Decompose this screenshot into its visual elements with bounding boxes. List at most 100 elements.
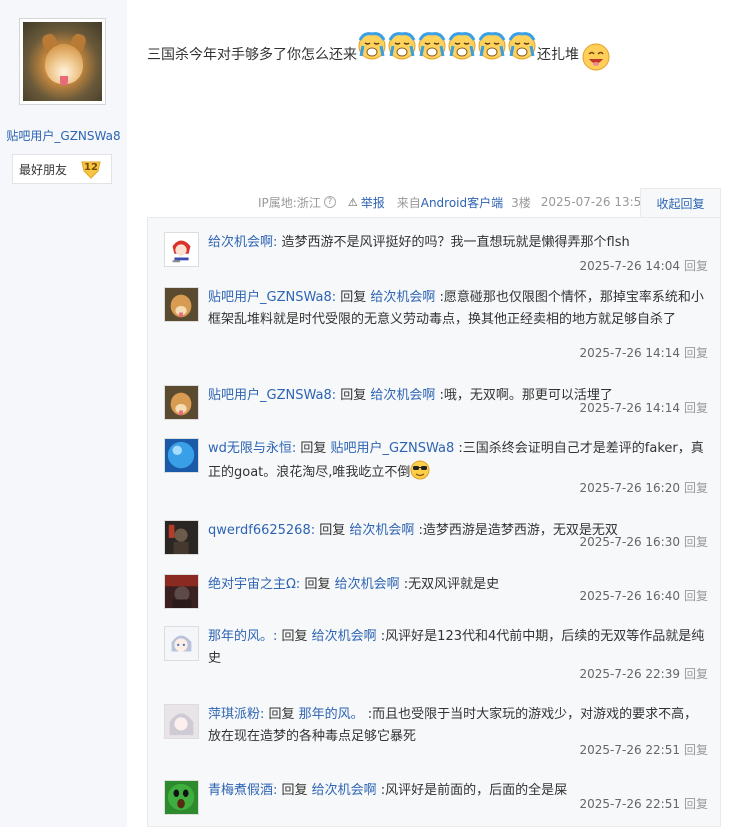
reply-time: 2025-7-26 22:51 <box>579 797 680 811</box>
reply-to-prefix: 回复 <box>277 629 312 644</box>
reply-body: 给次机会啊: 造梦西游不是风评挺好的吗？我一直想玩就是懒得弄那个flsh <box>208 232 708 254</box>
reply-to-user[interactable]: 那年的风。 <box>299 707 368 722</box>
reply-avatar[interactable] <box>164 574 199 609</box>
reply-to-user[interactable]: 给次机会啊 <box>335 577 404 592</box>
reply-avatar[interactable] <box>164 232 199 267</box>
reply-list: 给次机会啊: 造梦西游不是风评挺好的吗？我一直想玩就是懒得弄那个flsh 2025… <box>147 217 721 827</box>
reply-username[interactable]: 给次机会啊: <box>208 235 277 250</box>
reply-button[interactable]: 回复 <box>684 743 708 757</box>
post-text-part1: 三国杀今年对手够多了你怎么还来 <box>147 47 357 63</box>
reply-avatar[interactable] <box>164 520 199 555</box>
reply-avatar[interactable] <box>164 287 199 322</box>
report-label: 举报 <box>360 195 385 210</box>
reply-to-user[interactable]: 给次机会啊 <box>370 290 439 305</box>
reply-button[interactable]: 回复 <box>684 346 708 360</box>
reply-meta: 2025-7-26 14:14 回复 <box>579 399 708 416</box>
client-source: 来自Android客户端 <box>397 194 503 211</box>
reply-username[interactable]: 贴吧用户_GZNSWa8: <box>208 290 336 305</box>
reply-meta: 2025-7-26 14:04 回复 <box>579 257 708 274</box>
reply-text: :风评好是前面的，后面的全是屎 <box>380 783 568 798</box>
reply-body: wd无限与永恒: 回复 贴吧用户_GZNSWa8 :三国杀终会证明自己才是差评的… <box>208 438 708 484</box>
post-text-part2: 还扎堆 <box>537 47 579 63</box>
reply-button[interactable]: 回复 <box>684 797 708 811</box>
reply-meta: 2025-7-26 22:39 回复 <box>579 665 708 682</box>
reply-to-prefix: 回复 <box>300 577 335 592</box>
reply-time: 2025-7-26 14:14 <box>579 401 680 415</box>
friend-badge-label: 最好朋友 <box>19 162 68 177</box>
reply-username[interactable]: wd无限与永恒: <box>208 441 296 456</box>
sunglasses-emoticon-icon <box>410 460 430 480</box>
reply-time: 2025-7-26 16:40 <box>579 589 680 603</box>
reply-to-user[interactable]: 给次机会啊 <box>312 629 381 644</box>
reply-to-prefix: 回复 <box>296 441 331 456</box>
client-link[interactable]: Android客户端 <box>421 196 503 210</box>
post-datetime: 2025-07-26 13:58 <box>540 195 649 209</box>
from-prefix: 来自 <box>396 195 421 210</box>
floor-number: 3楼 <box>511 195 531 210</box>
reply-to-prefix: 回复 <box>336 290 371 305</box>
reply-to-user[interactable]: 贴吧用户_GZNSWa8 <box>331 441 459 456</box>
reply-meta: 2025-7-26 16:30 回复 <box>579 533 708 550</box>
reply-meta: 2025-7-26 14:14 回复 <box>579 344 708 361</box>
reply-username[interactable]: 那年的风。: <box>208 629 277 644</box>
collapse-replies-button[interactable]: 收起回复 <box>640 188 721 218</box>
reply-body: 那年的风。: 回复 给次机会啊 :风评好是123代和4代前中期，后续的无双等作品… <box>208 626 708 670</box>
reply-time: 2025-7-26 22:51 <box>579 743 680 757</box>
author-username[interactable]: 贴吧用户_GZNSWa8 <box>0 127 127 144</box>
reply-button[interactable]: 回复 <box>684 667 708 681</box>
reply-to-user[interactable]: 给次机会啊 <box>312 783 381 798</box>
reply-to-prefix: 回复 <box>336 388 371 403</box>
author-sidebar: 贴吧用户_GZNSWa8 最好朋友 12 <box>0 0 127 827</box>
level-badge-icon: 12 <box>80 159 102 179</box>
reply-button[interactable]: 回复 <box>684 259 708 273</box>
reply-avatar[interactable] <box>164 438 199 473</box>
ip-location: IP属地:浙江 <box>258 195 321 210</box>
laughing-emoticon-icon <box>581 42 611 72</box>
reply-time: 2025-7-26 16:20 <box>579 481 680 495</box>
reply-avatar[interactable] <box>164 385 199 420</box>
post-meta-bar: IP属地:浙江 ? ⚠ 举报 来自Android客户端 3楼 2025-07-2… <box>258 190 649 214</box>
reply-time: 2025-7-26 16:30 <box>579 535 680 549</box>
crying-emoticon-icon <box>477 30 507 60</box>
reply-username[interactable]: 绝对宇宙之主Ω: <box>208 577 300 592</box>
reply-time: 2025-7-26 14:04 <box>579 259 680 273</box>
crying-emoticons <box>357 30 537 64</box>
reply-button[interactable]: 回复 <box>684 589 708 603</box>
reply-meta: 2025-7-26 22:51 回复 <box>579 795 708 812</box>
reply-to-user[interactable]: 给次机会啊 <box>349 523 418 538</box>
post-content: 三国杀今年对手够多了你怎么还来 还扎堆 <box>147 20 611 71</box>
reply-meta: 2025-7-26 16:40 回复 <box>579 587 708 604</box>
reply-meta: 2025-7-26 22:51 回复 <box>579 741 708 758</box>
crying-emoticon-icon <box>447 30 477 60</box>
friend-badge: 最好朋友 12 <box>12 154 112 184</box>
crying-emoticon-icon <box>357 30 387 60</box>
reply-username[interactable]: qwerdf6625268: <box>208 523 315 538</box>
reply-time: 2025-7-26 22:39 <box>579 667 680 681</box>
reply-to-prefix: 回复 <box>277 783 312 798</box>
author-avatar[interactable] <box>19 18 106 105</box>
reply-meta: 2025-7-26 16:20 回复 <box>579 479 708 496</box>
reply-button[interactable]: 回复 <box>684 481 708 495</box>
reply-text: 造梦西游不是风评挺好的吗？我一直想玩就是懒得弄那个flsh <box>281 235 630 250</box>
reply-avatar[interactable] <box>164 626 199 661</box>
shiba-dog-image <box>23 22 102 101</box>
reply-avatar[interactable] <box>164 780 199 815</box>
warning-icon: ⚠ <box>347 195 358 209</box>
crying-emoticon-icon <box>507 30 537 60</box>
reply-button[interactable]: 回复 <box>684 401 708 415</box>
reply-username[interactable]: 萍琪派粉: <box>208 707 264 722</box>
reply-to-prefix: 回复 <box>315 523 350 538</box>
reply-button[interactable]: 回复 <box>684 535 708 549</box>
reply-body: 贴吧用户_GZNSWa8: 回复 给次机会啊 :愿意碰那也仅限图个情怀，那掉宝率… <box>208 287 708 331</box>
reply-username[interactable]: 青梅煮假酒: <box>208 783 277 798</box>
reply-avatar[interactable] <box>164 704 199 739</box>
reply-to-prefix: 回复 <box>264 707 299 722</box>
report-link[interactable]: ⚠ 举报 <box>348 194 385 211</box>
reply-username[interactable]: 贴吧用户_GZNSWa8: <box>208 388 336 403</box>
crying-emoticon-icon <box>387 30 417 60</box>
crying-emoticon-icon <box>417 30 447 60</box>
reply-to-user[interactable]: 给次机会啊 <box>370 388 439 403</box>
reply-text: :无双风评就是史 <box>403 577 500 592</box>
reply-time: 2025-7-26 14:14 <box>579 346 680 360</box>
help-icon[interactable]: ? <box>323 196 336 208</box>
